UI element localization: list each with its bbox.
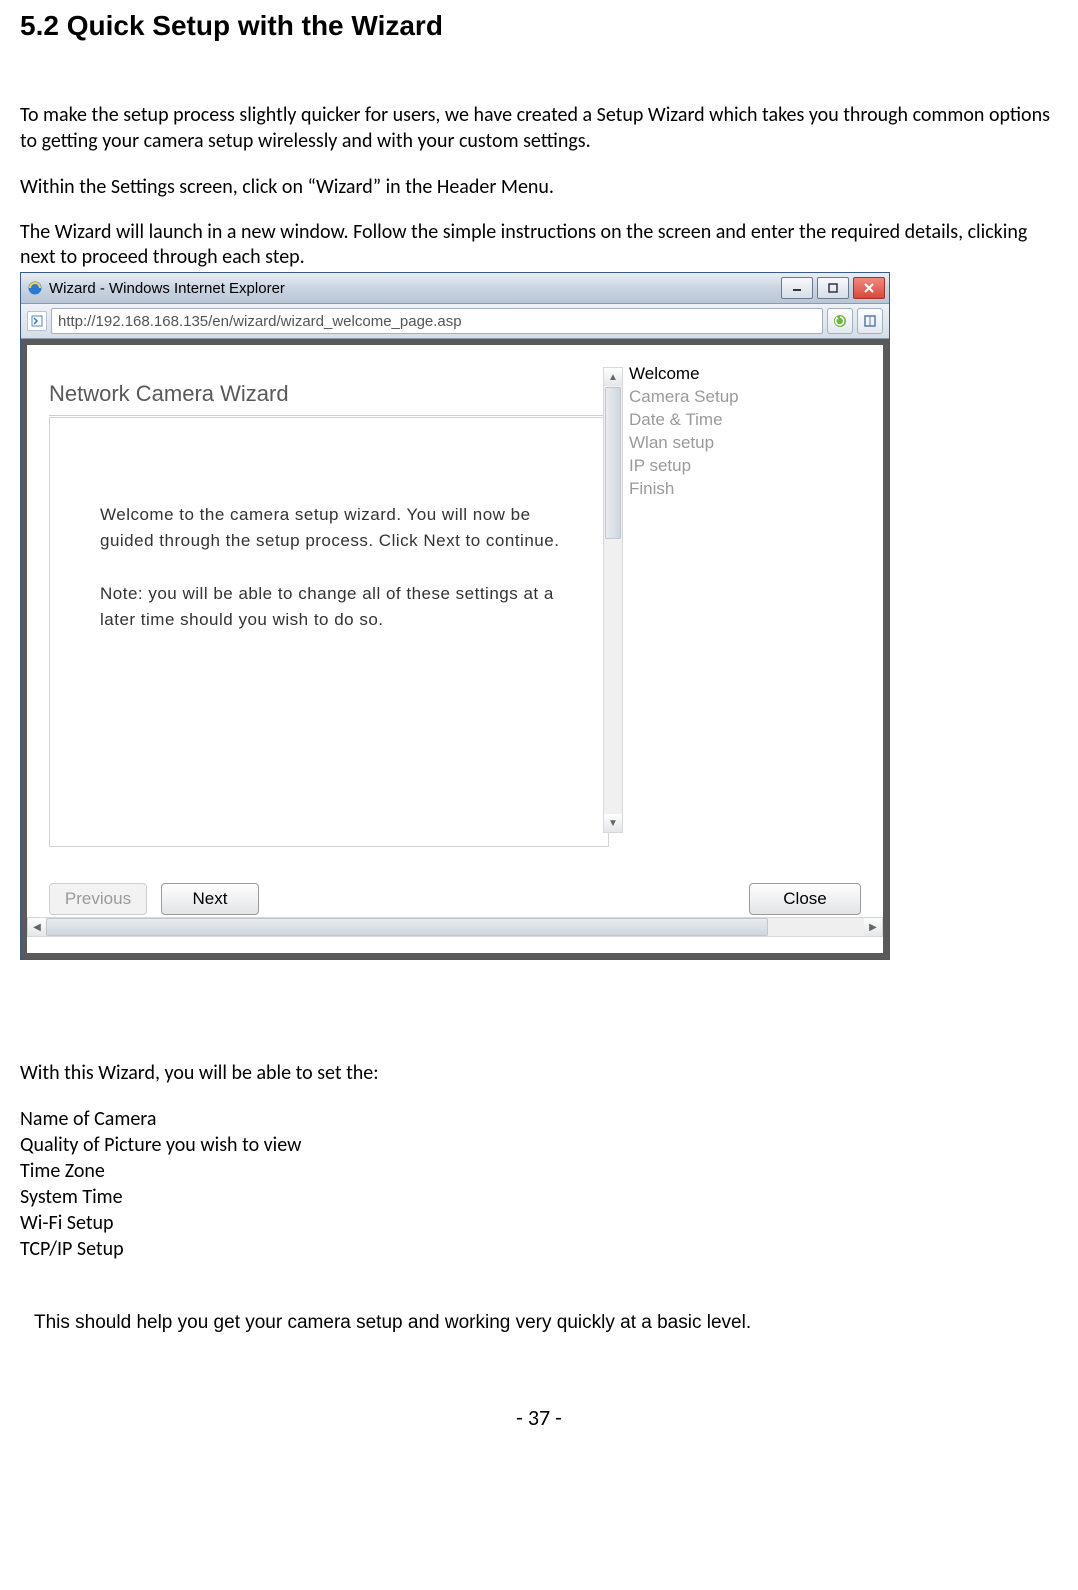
step-camera-setup: Camera Setup (629, 386, 883, 409)
browser-viewport: Network Camera Wizard Welcome to the cam… (21, 339, 889, 959)
list-item: Time Zone (20, 1158, 1058, 1184)
list-item: Name of Camera (20, 1106, 1058, 1132)
scroll-thumb[interactable] (605, 387, 621, 539)
wizard-message-1: Welcome to the camera setup wizard. You … (100, 502, 568, 555)
list-item: Quality of Picture you wish to view (20, 1132, 1058, 1158)
step-ip-setup: IP setup (629, 455, 883, 478)
close-button[interactable] (853, 277, 885, 299)
step-date-time: Date & Time (629, 409, 883, 432)
page-number: - 37 - (20, 1404, 1058, 1431)
scroll-down-icon[interactable]: ▼ (604, 814, 622, 832)
closing-text: This should help you get your camera set… (34, 1312, 1058, 1334)
list-item: TCP/IP Setup (20, 1236, 1058, 1262)
ie-icon (27, 280, 43, 296)
paragraph-intro-1: To make the setup process slightly quick… (20, 102, 1058, 154)
horizontal-scrollbar[interactable]: ◀ ▶ (27, 917, 883, 937)
minimize-button[interactable] (781, 277, 813, 299)
window-titlebar: Wizard - Windows Internet Explorer (21, 273, 889, 304)
section-heading: 5.2 Quick Setup with the Wizard (20, 10, 1058, 42)
next-button[interactable]: Next (161, 883, 259, 915)
document-page: 5.2 Quick Setup with the Wizard To make … (0, 0, 1078, 1451)
maximize-button[interactable] (817, 277, 849, 299)
wizard-title: Network Camera Wizard (49, 381, 289, 407)
browser-window: Wizard - Windows Internet Explorer http:… (20, 272, 890, 960)
step-welcome: Welcome (629, 363, 883, 386)
scroll-right-icon[interactable]: ▶ (864, 918, 882, 936)
wizard-message-2: Note: you will be able to change all of … (100, 581, 568, 634)
paragraph-intro-3: The Wizard will launch in a new window. … (20, 220, 1058, 270)
scroll-left-icon[interactable]: ◀ (28, 918, 46, 936)
wizard-body: Welcome to the camera setup wizard. You … (49, 417, 609, 847)
previous-button: Previous (49, 883, 147, 915)
refresh-icon[interactable] (827, 308, 853, 334)
step-finish: Finish (629, 478, 883, 501)
vertical-scrollbar[interactable]: ▲ ▼ (603, 367, 623, 833)
url-input[interactable]: http://192.168.168.135/en/wizard/wizard_… (51, 308, 823, 334)
scroll-up-icon[interactable]: ▲ (604, 368, 622, 386)
window-title: Wizard - Windows Internet Explorer (49, 280, 781, 297)
hscroll-thumb[interactable] (46, 918, 768, 936)
wizard-button-row: Previous Next Close (49, 883, 861, 915)
divider (49, 415, 609, 416)
list-item: System Time (20, 1184, 1058, 1210)
list-item: Wi-Fi Setup (20, 1210, 1058, 1236)
settings-list: Name of Camera Quality of Picture you wi… (20, 1106, 1058, 1262)
compat-view-icon[interactable] (857, 308, 883, 334)
wizard-step-list: Welcome Camera Setup Date & Time Wlan se… (629, 363, 883, 501)
wizard-page: Network Camera Wizard Welcome to the cam… (27, 345, 883, 953)
after-text: With this Wizard, you will be able to se… (20, 1060, 1058, 1086)
step-wlan-setup: Wlan setup (629, 432, 883, 455)
page-favicon (27, 311, 47, 331)
address-bar: http://192.168.168.135/en/wizard/wizard_… (21, 304, 889, 339)
close-wizard-button[interactable]: Close (749, 883, 861, 915)
paragraph-intro-2: Within the Settings screen, click on “Wi… (20, 174, 1058, 200)
